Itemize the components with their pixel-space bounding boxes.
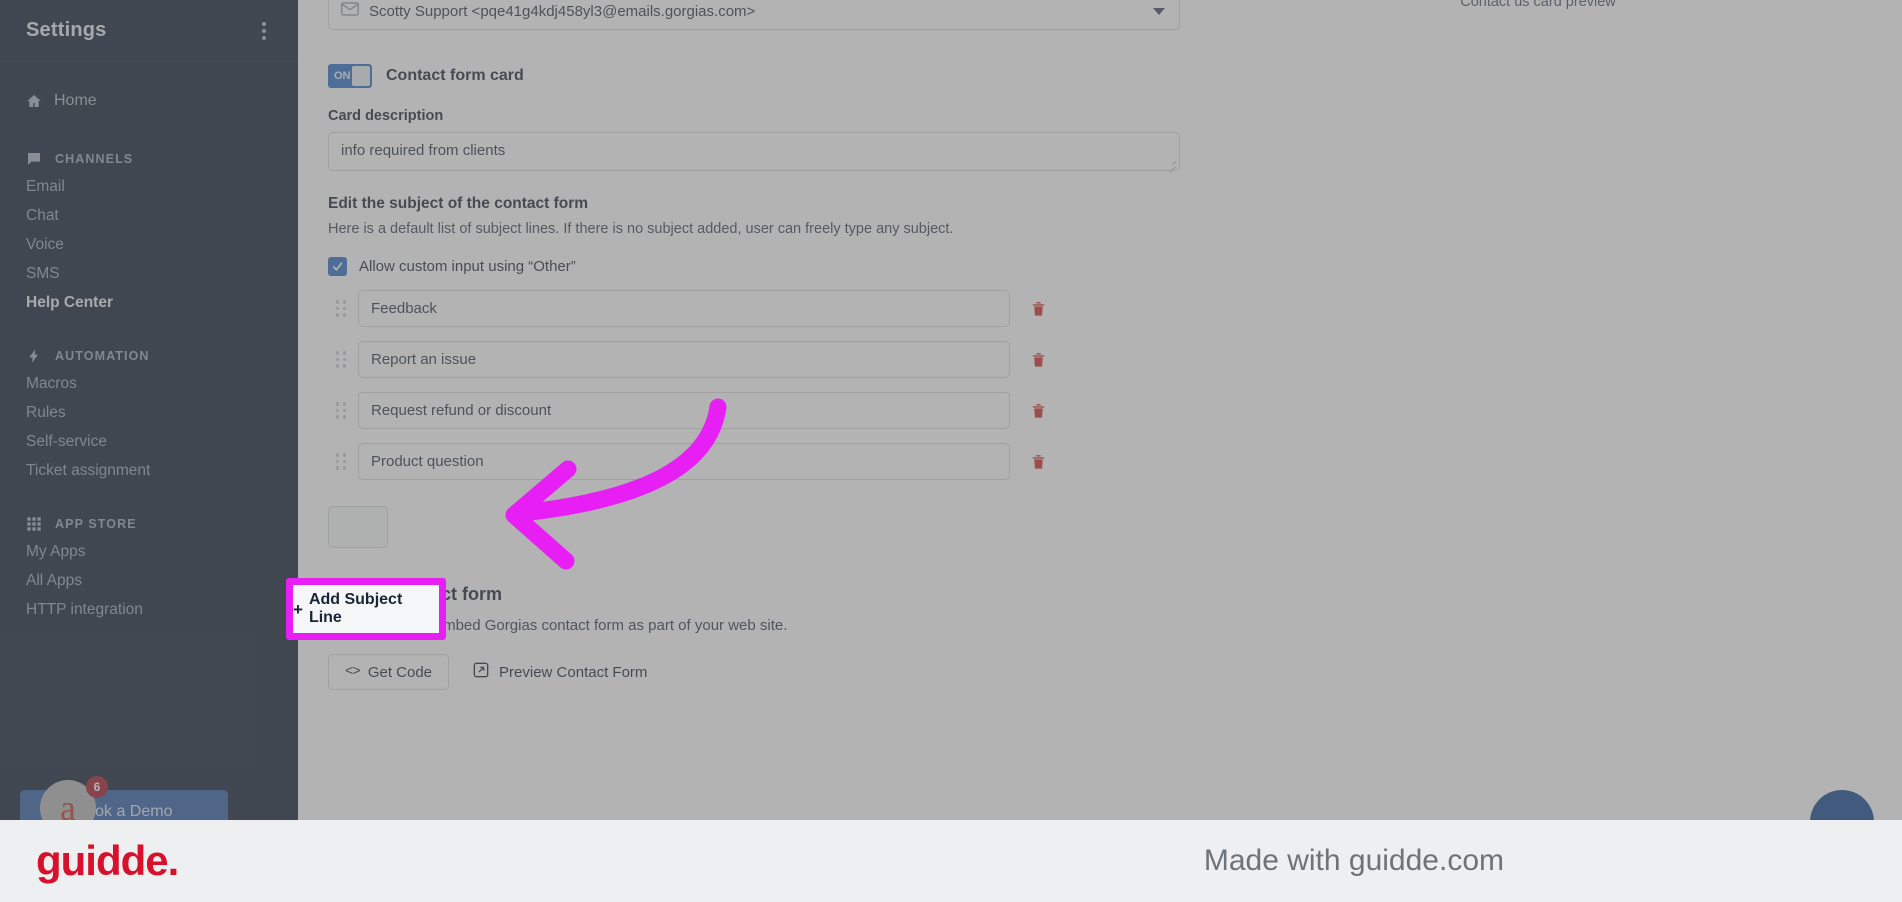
card-description-value: info required from clients [341, 142, 506, 159]
settings-sidebar: Settings Home CHANNELS Email Chat Voice … [0, 0, 298, 820]
subject-line-row: Report an issue [328, 341, 1180, 378]
subject-line-input[interactable]: Report an issue [358, 341, 1010, 378]
get-code-label: Get Code [367, 663, 433, 681]
sidebar-item-chat[interactable]: Chat [0, 201, 298, 230]
subject-section-heading: Edit the subject of the contact form [328, 195, 589, 212]
drag-handle-icon[interactable] [328, 300, 354, 317]
contact-form-card-label: Contact form card [386, 67, 524, 84]
subject-line-row: Feedback [328, 290, 1180, 327]
trash-icon[interactable] [1030, 299, 1047, 318]
sidebar-item-help-center[interactable]: Help Center [0, 288, 298, 317]
sidebar-item-label: Home [54, 92, 97, 109]
sidebar-item-email[interactable]: Email [0, 172, 298, 201]
subject-line-row: Product question [328, 443, 1180, 480]
sidebar-item-http-integration[interactable]: HTTP integration [0, 595, 298, 624]
contact-form-card-toggle[interactable]: ON [328, 64, 372, 88]
sidebar-item-ticket-assignment[interactable]: Ticket assignment [0, 456, 298, 485]
trash-icon[interactable] [1030, 350, 1047, 369]
card-description-input[interactable]: info required from clients [328, 132, 1180, 174]
help-center-settings-form: Scotty Support <pqe41g4kdj458yl3@emails.… [328, 0, 1180, 690]
toggle-knob [352, 66, 370, 86]
curved-arrow-annotation [505, 398, 727, 570]
sidebar-header: Settings [0, 0, 298, 62]
sidebar-item-rules[interactable]: Rules [0, 398, 298, 427]
sidebar-item-macros[interactable]: Macros [0, 369, 298, 398]
preview-panel-title: Contact us card preview [1460, 0, 1616, 10]
external-link-icon [473, 662, 489, 682]
drag-handle-icon[interactable] [328, 402, 354, 419]
grid-icon [26, 516, 42, 532]
guidde-logo: guidde. [36, 837, 179, 884]
subject-section-description: Here is a default list of subject lines.… [328, 221, 954, 237]
add-subject-line-label: Add Subject Line [308, 591, 403, 626]
screen-root: Settings Home CHANNELS Email Chat Voice … [0, 0, 1902, 902]
kebab-menu-icon[interactable] [256, 18, 272, 44]
code-brackets-icon: <> [345, 664, 361, 680]
preview-contact-form-link[interactable]: Preview Contact Form [473, 662, 647, 682]
notification-badge: 6 [86, 776, 108, 798]
sender-email-select[interactable]: Scotty Support <pqe41g4kdj458yl3@emails.… [328, 0, 1180, 30]
check-icon [332, 262, 343, 271]
get-code-button[interactable]: <> Get Code [328, 654, 450, 690]
card-description-label: Card description [328, 108, 444, 124]
allow-custom-input-label: Allow custom input using “Other” [359, 258, 576, 275]
sidebar-item-sms[interactable]: SMS [0, 259, 298, 288]
add-subject-line-button[interactable]: + Add Subject Line [293, 585, 439, 633]
sidebar-item-self-service[interactable]: Self-service [0, 427, 298, 456]
sidebar-item-home[interactable]: Home [0, 82, 298, 120]
embed-section-heading: Embed contact form [328, 584, 503, 604]
resize-handle-icon[interactable] [1166, 157, 1176, 174]
sidebar-section-channels: CHANNELS [0, 146, 298, 172]
avatar[interactable]: a 6 [40, 776, 108, 820]
trash-icon[interactable] [1030, 452, 1047, 471]
sidebar-item-my-apps[interactable]: My Apps [0, 537, 298, 566]
application-base: Settings Home CHANNELS Email Chat Voice … [0, 0, 1902, 902]
drag-handle-icon[interactable] [328, 351, 354, 368]
allow-custom-input-row: Allow custom input using “Other” [328, 257, 1180, 276]
book-a-demo-container: Book a Demo a 6 [20, 776, 228, 820]
sidebar-section-app-store: APP STORE [0, 511, 298, 537]
chat-widget-button[interactable] [1810, 790, 1874, 820]
preview-contact-form-label: Preview Contact Form [499, 663, 648, 681]
envelope-icon [341, 2, 359, 20]
subject-line-row: Request refund or discount [328, 392, 1180, 429]
lightning-bolt-icon [26, 348, 42, 364]
add-subject-line-frame [328, 506, 388, 548]
plus-icon: + [293, 599, 303, 619]
sidebar-section-label: AUTOMATION [55, 349, 150, 363]
guidde-footer: guidde. Made with guidde.com [0, 820, 1902, 902]
sidebar-section-label: CHANNELS [55, 152, 134, 166]
allow-custom-input-checkbox[interactable] [328, 257, 347, 276]
embed-section-description: Get the code to embed Gorgias contact fo… [328, 617, 788, 634]
sidebar-item-voice[interactable]: Voice [0, 230, 298, 259]
chevron-down-icon [1153, 7, 1165, 15]
subject-line-input[interactable]: Feedback [358, 290, 1010, 327]
embed-actions: <> Get Code Preview Contact Form [328, 654, 1180, 690]
home-icon [26, 93, 42, 109]
chat-bubble-icon [26, 151, 42, 167]
sidebar-item-all-apps[interactable]: All Apps [0, 566, 298, 595]
sidebar-title: Settings [26, 19, 107, 41]
add-subject-line-row [328, 506, 1180, 548]
drag-handle-icon[interactable] [328, 453, 354, 470]
sidebar-section-label: APP STORE [55, 517, 137, 531]
trash-icon[interactable] [1030, 401, 1047, 420]
sender-email-value: Scotty Support <pqe41g4kdj458yl3@emails.… [369, 2, 756, 20]
contact-form-card-row: ON Contact form card [328, 64, 1180, 88]
made-with-guidde-text: Made with guidde.com [1203, 844, 1504, 877]
toggle-state-label: ON [334, 70, 351, 82]
sidebar-section-automation: AUTOMATION [0, 343, 298, 369]
